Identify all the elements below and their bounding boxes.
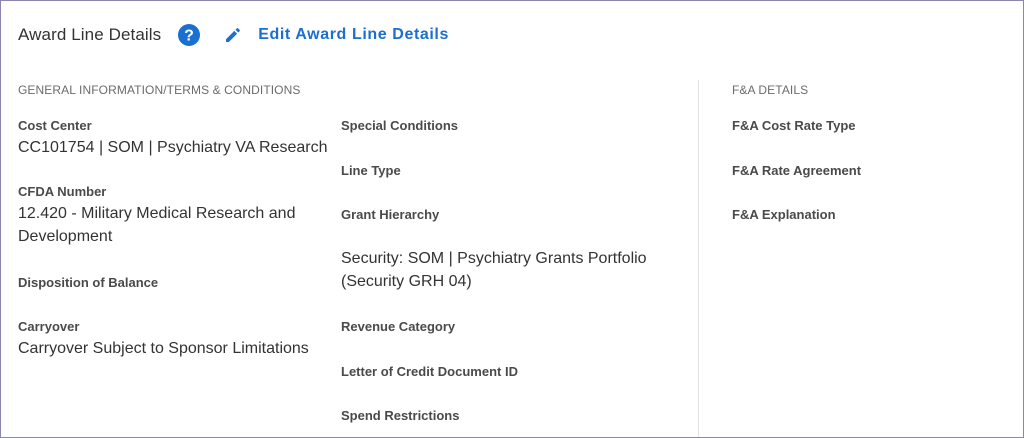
edit-award-line-details-link[interactable]: Edit Award Line Details — [225, 26, 449, 44]
grant-hierarchy-value-line1: Security: SOM | Psychiatry Grants Portfo… — [341, 250, 647, 267]
spend-restrictions-label: Spend Restrictions — [341, 408, 460, 423]
fa-explanation-label: F&A Explanation — [732, 207, 836, 222]
grant-hierarchy-label: Grant Hierarchy — [341, 207, 440, 222]
edit-award-line-details-label: Edit Award Line Details — [258, 26, 449, 43]
revenue-category-label: Revenue Category — [341, 319, 456, 334]
cost-center-label: Cost Center — [18, 118, 92, 133]
cfda-number-value-line1: 12.420 - Military Medical Research and — [18, 205, 296, 222]
carryover-value: Carryover Subject to Sponsor Limitations — [18, 340, 309, 357]
letter-of-credit-document-id-label: Letter of Credit Document ID — [341, 364, 518, 379]
panel-header: Award Line Details ? Edit Award Line Det… — [18, 21, 449, 49]
fa-details-heading: F&A DETAILS — [732, 83, 809, 97]
cfda-number-value-line2: Development — [18, 228, 113, 245]
carryover-label: Carryover — [18, 319, 80, 334]
fa-cost-rate-type-label: F&A Cost Rate Type — [732, 118, 856, 133]
award-line-details-panel: Award Line Details ? Edit Award Line Det… — [0, 0, 1024, 438]
line-type-label: Line Type — [341, 163, 401, 178]
special-conditions-label: Special Conditions — [341, 118, 459, 133]
page-title: Award Line Details — [18, 25, 162, 44]
column-divider — [698, 80, 699, 437]
grant-hierarchy-value-line2: (Security GRH 04) — [341, 273, 472, 290]
pencil-icon — [225, 27, 241, 43]
help-circle-icon[interactable]: ? — [177, 23, 201, 47]
cfda-number-label: CFDA Number — [18, 184, 107, 199]
general-information-heading: GENERAL INFORMATION/TERMS & CONDITIONS — [18, 83, 301, 97]
fa-rate-agreement-label: F&A Rate Agreement — [732, 163, 862, 178]
cost-center-value: CC101754 | SOM | Psychiatry VA Research — [18, 139, 328, 156]
svg-text:?: ? — [184, 28, 194, 45]
disposition-of-balance-label: Disposition of Balance — [18, 275, 159, 290]
